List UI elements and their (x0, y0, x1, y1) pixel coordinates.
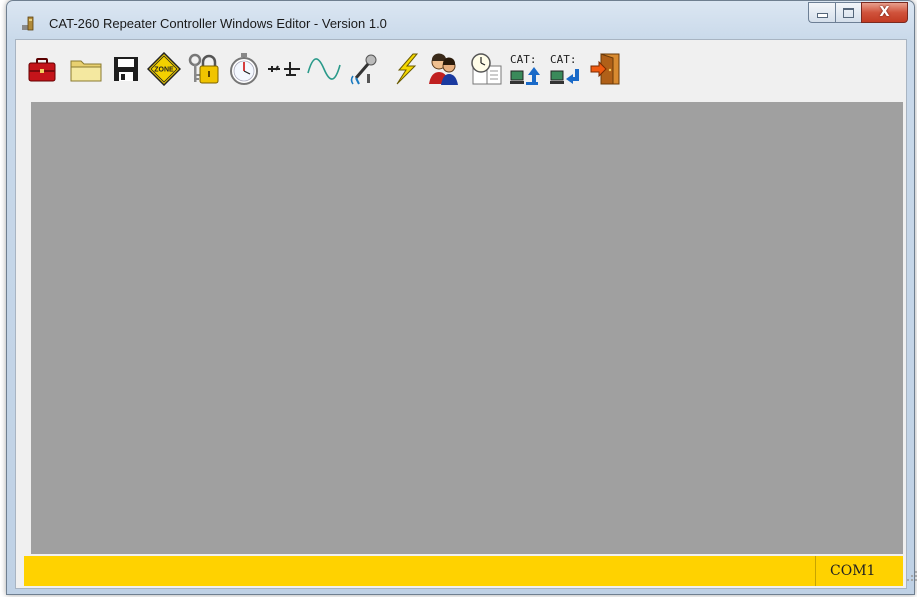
timer-button[interactable] (226, 51, 262, 87)
workspace-area[interactable] (31, 102, 903, 554)
cat-download-icon: CAT: (550, 53, 579, 84)
open-button[interactable] (68, 51, 104, 87)
microphone-icon (350, 54, 377, 85)
close-button[interactable]: X (861, 2, 908, 23)
minimize-icon (816, 13, 828, 18)
exit-button[interactable] (588, 51, 624, 87)
title-bar[interactable]: CAT-260 Repeater Controller Windows Edit… (7, 1, 914, 39)
exit-door-icon (590, 53, 620, 85)
cat-download-button[interactable]: CAT: (548, 51, 584, 87)
zone-button[interactable]: ZONE (146, 51, 182, 87)
people-icon (429, 53, 458, 85)
status-bar: COM1 (24, 556, 917, 586)
antenna-button[interactable] (266, 51, 302, 87)
caption-buttons: X (808, 2, 908, 23)
cat-upload-label: CAT: (510, 53, 537, 66)
close-icon: X (879, 5, 890, 20)
zone-sign-text: ZONE (154, 67, 174, 74)
cat-upload-icon: CAT: (510, 53, 540, 85)
com-port-status: COM1 (815, 556, 903, 586)
main-window: CAT-260 Repeater Controller Windows Edit… (6, 0, 917, 595)
microphone-button[interactable] (346, 51, 382, 87)
client-area: ZONE CAT: CAT: COM1 (15, 39, 917, 589)
toolbox-button[interactable] (24, 51, 60, 87)
minimize-button[interactable] (808, 2, 835, 23)
floppy-disk-icon (114, 57, 138, 81)
toolbox-icon (28, 58, 56, 82)
app-icon (22, 16, 34, 31)
keys-padlock-icon (188, 53, 219, 84)
clock-book-icon (471, 53, 502, 85)
schedule-button[interactable] (468, 51, 504, 87)
antenna-icon (268, 62, 300, 76)
save-button[interactable] (108, 51, 144, 87)
users-button[interactable] (426, 51, 462, 87)
maximize-button[interactable] (835, 2, 861, 23)
resize-grip-icon[interactable] (905, 564, 917, 584)
window-title: CAT-260 Repeater Controller Windows Edit… (49, 16, 387, 31)
zone-sign-icon: ZONE (147, 52, 181, 86)
maximize-icon (843, 7, 854, 18)
sine-wave-icon (307, 58, 341, 80)
cat-upload-button[interactable]: CAT: (508, 51, 544, 87)
stopwatch-icon (230, 53, 258, 85)
toolbar: ZONE CAT: CAT: (16, 40, 906, 100)
cat-download-label: CAT: (550, 53, 577, 66)
security-button[interactable] (186, 51, 222, 87)
waveform-button[interactable] (306, 51, 342, 87)
folder-icon (70, 60, 102, 82)
lightning-icon (396, 53, 419, 85)
lightning-button[interactable] (388, 51, 424, 87)
